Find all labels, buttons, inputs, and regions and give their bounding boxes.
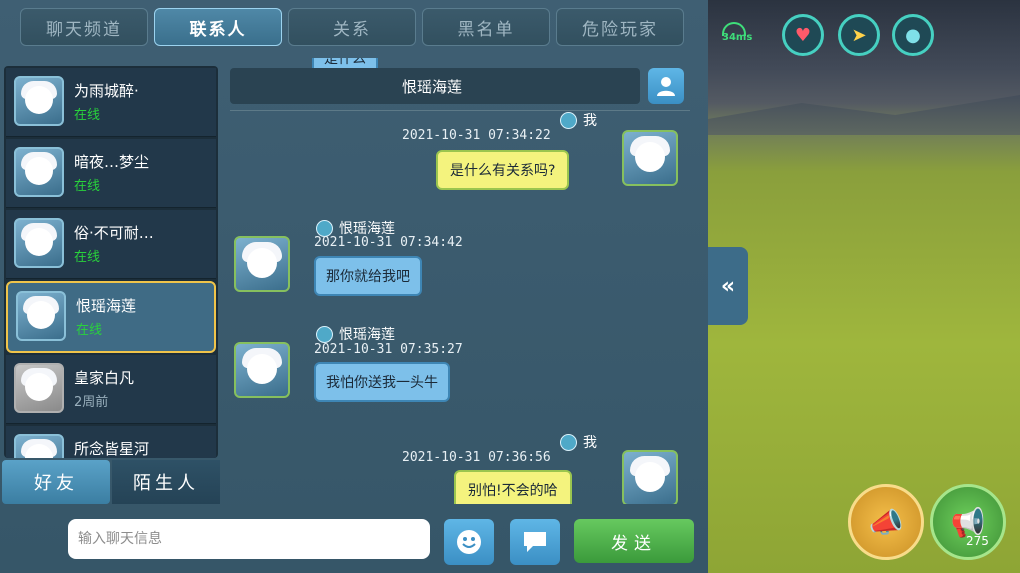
input-row: 发送 [0, 508, 708, 573]
speech-bubble-icon [524, 532, 546, 552]
water-icon[interactable]: ● [892, 14, 934, 56]
chat-panel: 聊天频道 联系人 关系 黑名单 危险玩家 为雨城醉· 在线 暗夜…梦尘 在线 俗… [0, 0, 708, 573]
avatar [234, 236, 290, 292]
avatar [14, 76, 64, 126]
avatar [14, 363, 64, 413]
divider [230, 110, 690, 111]
double-chevron-left-icon: « [720, 273, 736, 299]
contact-name: 为雨城醉· [74, 82, 139, 100]
send-button[interactable]: 发送 [574, 519, 694, 563]
avatar [14, 434, 64, 458]
tab-chat-channel[interactable]: 聊天频道 [20, 8, 148, 46]
contact-name: 恨瑶海莲 [76, 297, 137, 315]
chat-partner-name: 恨瑶海莲 [402, 78, 463, 96]
top-tab-bar: 聊天频道 联系人 关系 黑名单 危险玩家 [20, 8, 684, 48]
contact-status: 在线 [74, 179, 101, 194]
avatar [14, 147, 64, 197]
contact-item[interactable]: 皇家白凡 2周前 [6, 355, 216, 424]
contact-item[interactable]: 所念皆星河 [6, 426, 216, 458]
gender-icon [316, 325, 333, 343]
contact-item-selected[interactable]: 恨瑶海莲 在线 [6, 281, 216, 353]
gender-icon [560, 111, 577, 129]
message-sender: 我 [560, 432, 597, 452]
profile-button[interactable] [648, 68, 684, 104]
gender-icon [560, 433, 577, 451]
contact-status: 2周前 [74, 395, 109, 410]
contact-item[interactable]: 俗·不可耐… 在线 [6, 210, 216, 279]
chat-header: 恨瑶海莲 [230, 68, 640, 104]
message-bubble: 是什么有关系吗? [436, 150, 570, 190]
message-sender: 恨瑶海莲 [316, 324, 395, 344]
message-sender: 我 [560, 110, 597, 130]
tab-blacklist[interactable]: 黑名单 [422, 8, 550, 46]
contact-item[interactable]: 暗夜…梦尘 在线 [6, 139, 216, 208]
horn-icon[interactable]: 📣 [848, 484, 924, 560]
contact-type-tabs: 好友 陌生人 [2, 460, 220, 504]
gender-icon [316, 219, 333, 237]
emoji-button[interactable] [444, 519, 494, 565]
quick-message-button[interactable] [510, 519, 560, 565]
message-time: 2021-10-31 07:34:22 [402, 128, 551, 143]
contact-name: 俗·不可耐… [74, 224, 154, 242]
contact-name: 所念皆星河 [74, 440, 150, 458]
tab-contacts[interactable]: 联系人 [154, 8, 282, 46]
message-time: 2021-10-31 07:34:42 [314, 235, 463, 250]
health-icon[interactable]: ♥ [782, 14, 824, 56]
message-bubble: 我怕你送我一头牛 [314, 362, 450, 402]
tab-relations[interactable]: 关系 [288, 8, 416, 46]
avatar [234, 342, 290, 398]
tab-strangers[interactable]: 陌生人 [112, 460, 220, 504]
contact-name: 皇家白凡 [74, 369, 135, 387]
chat-log[interactable]: 是什么 恨瑶海莲 我 2021-10-31 07:34:22 是什么有关系吗? … [222, 58, 700, 504]
ping-readout: 34ms [722, 32, 753, 43]
message-time: 2021-10-31 07:36:56 [402, 450, 551, 465]
broadcast-horn-icon[interactable]: 📢 [930, 484, 1006, 560]
chat-input[interactable] [68, 519, 430, 559]
contact-list[interactable]: 为雨城醉· 在线 暗夜…梦尘 在线 俗·不可耐… 在线 恨瑶海莲 在线 皇家白凡… [4, 66, 218, 458]
contact-status: 在线 [74, 250, 101, 265]
contact-status: 在线 [74, 108, 101, 123]
avatar [16, 291, 66, 341]
tab-dangerous-players[interactable]: 危险玩家 [556, 8, 684, 46]
message-time: 2021-10-31 07:35:27 [314, 342, 463, 357]
message-bubble: 别怕!不会的哈 [454, 470, 572, 504]
tab-friends[interactable]: 好友 [2, 460, 110, 504]
smiley-icon [457, 530, 481, 554]
avatar [622, 450, 678, 504]
message-bubble: 那你就给我吧 [314, 256, 422, 296]
stamina-icon[interactable]: ➤ [838, 14, 880, 56]
user-icon [657, 77, 675, 96]
horn-count: 275 [966, 534, 989, 548]
avatar [622, 130, 678, 186]
contact-name: 暗夜…梦尘 [74, 153, 150, 171]
contact-status: 在线 [76, 323, 103, 338]
avatar [14, 218, 64, 268]
collapse-panel-button[interactable]: « [708, 247, 748, 325]
contact-item[interactable]: 为雨城醉· 在线 [6, 68, 216, 137]
